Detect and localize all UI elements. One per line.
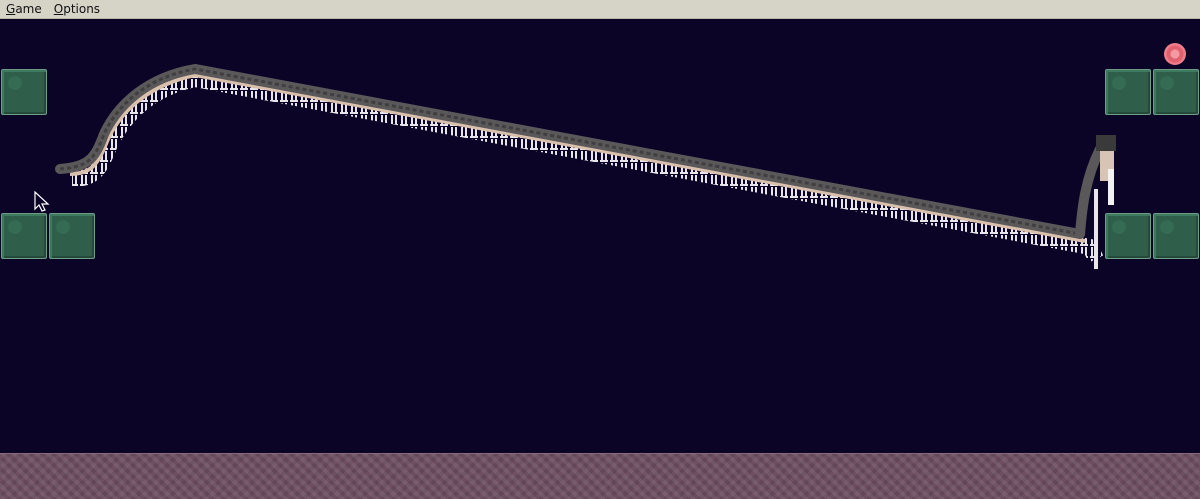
menu-options[interactable]: Options [54,2,100,16]
caterpillar-body [55,63,1116,269]
menu-bar: Game Options [0,0,1200,19]
game-stage[interactable] [0,19,1200,453]
arrow-cursor-icon [34,191,50,212]
menu-game[interactable]: Game [6,2,42,16]
floor [0,453,1200,499]
